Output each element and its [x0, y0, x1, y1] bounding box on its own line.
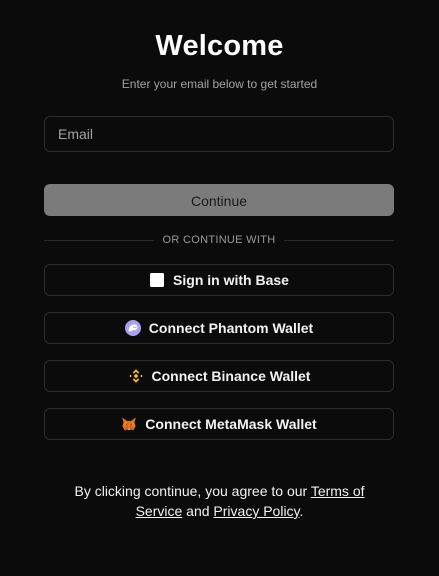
- legal-notice: By clicking continue, you agree to our T…: [60, 481, 379, 521]
- divider-line-left: [44, 239, 154, 241]
- binance-icon: [128, 368, 144, 384]
- sign-in-with-base-button[interactable]: Sign in with Base: [44, 264, 394, 296]
- connect-metamask-wallet-button[interactable]: Connect MetaMask Wallet: [44, 408, 394, 440]
- connect-metamask-wallet-label: Connect MetaMask Wallet: [145, 416, 317, 432]
- divider-line-right: [284, 239, 394, 241]
- page-subtitle: Enter your email below to get started: [121, 77, 318, 91]
- connect-phantom-wallet-button[interactable]: Connect Phantom Wallet: [44, 312, 394, 344]
- connect-binance-wallet-button[interactable]: Connect Binance Wallet: [44, 360, 394, 392]
- page-title: Welcome: [155, 30, 284, 62]
- email-input[interactable]: [44, 116, 394, 152]
- continue-button[interactable]: Continue: [44, 184, 394, 216]
- divider-label: OR CONTINUE WITH: [162, 234, 276, 246]
- metamask-icon: [121, 416, 137, 432]
- phantom-icon: [124, 320, 141, 336]
- connect-phantom-wallet-label: Connect Phantom Wallet: [148, 320, 314, 336]
- legal-middle: and: [182, 503, 214, 519]
- or-divider: OR CONTINUE WITH: [44, 233, 394, 247]
- legal-prefix: By clicking continue, you agree to our: [74, 483, 311, 499]
- sign-in-page: Welcome Enter your email below to get st…: [0, 0, 439, 576]
- sign-in-with-base-label: Sign in with Base: [173, 272, 289, 288]
- legal-suffix: .: [299, 503, 304, 519]
- connect-binance-wallet-label: Connect Binance Wallet: [151, 368, 311, 384]
- privacy-policy-link[interactable]: Privacy Policy: [213, 503, 299, 519]
- base-square-icon: [149, 272, 165, 288]
